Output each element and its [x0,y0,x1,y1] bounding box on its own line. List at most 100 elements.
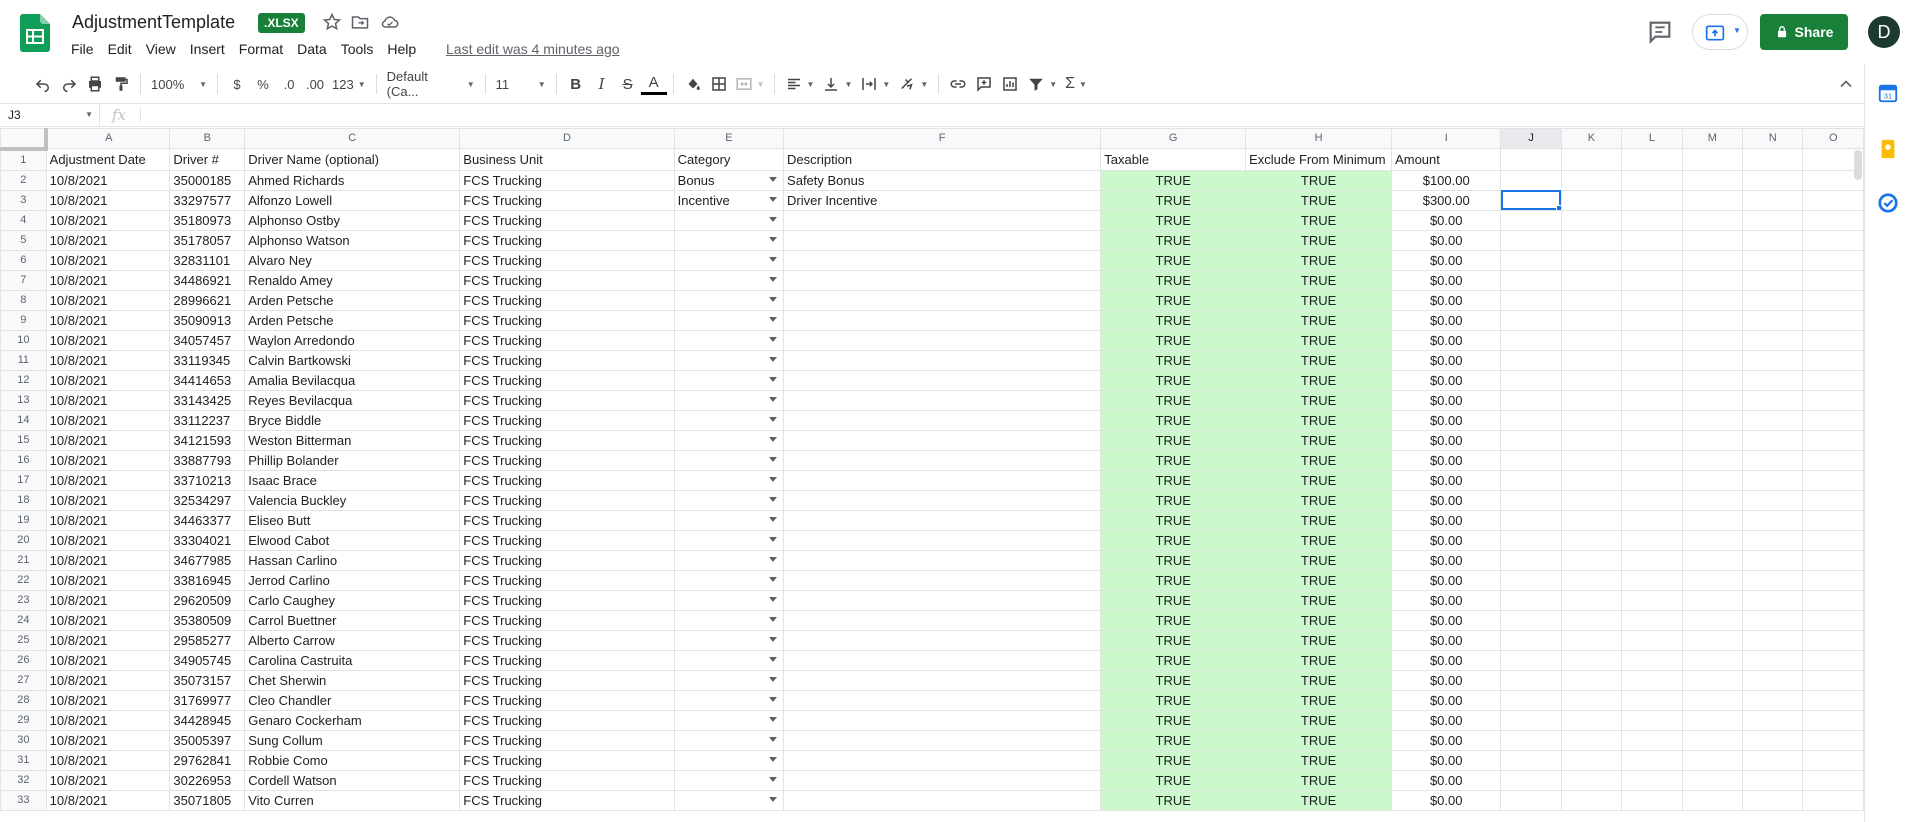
cell-driver[interactable]: 35380509 [169,609,246,631]
cell-date[interactable]: 10/8/2021 [45,169,171,191]
cell-taxable[interactable]: TRUE [1100,329,1247,351]
cell[interactable] [1742,409,1804,431]
cell-exclude[interactable]: TRUE [1245,729,1393,751]
column-header[interactable]: I [1391,128,1502,149]
cell[interactable] [1742,769,1804,791]
cell[interactable] [1681,709,1744,731]
cell-description[interactable] [783,489,1102,511]
cell[interactable] [1621,689,1683,711]
cell-taxable[interactable]: TRUE [1100,349,1247,371]
cell[interactable] [1560,329,1623,351]
cell[interactable] [1621,209,1683,231]
cell-driver[interactable]: 34486921 [169,269,246,291]
strikethrough-button[interactable]: S [615,71,641,97]
cell-name[interactable]: Ahmed Richards [244,169,461,191]
comment-history-icon[interactable] [1646,18,1674,46]
cell-exclude[interactable]: TRUE [1245,669,1393,691]
cell[interactable] [1802,789,1864,811]
cell-taxable[interactable]: TRUE [1100,509,1247,531]
cell[interactable] [1500,569,1562,591]
cell[interactable] [1802,469,1864,491]
cell[interactable] [1500,789,1562,811]
cell-amount[interactable]: $0.00 [1391,369,1502,391]
cell[interactable] [1802,389,1864,411]
cell-description[interactable] [783,249,1102,271]
cell-description[interactable] [783,629,1102,651]
decrease-decimal-button[interactable]: .0 [276,71,302,97]
menu-help[interactable]: Help [380,39,423,59]
cell[interactable] [1560,609,1623,631]
row-header[interactable]: 19 [0,509,47,531]
cell[interactable]: Exclude From Minimum [1245,148,1393,171]
cell-date[interactable]: 10/8/2021 [45,729,171,751]
cell[interactable] [1802,629,1864,651]
row-header[interactable]: 13 [0,389,47,411]
cell-exclude[interactable]: TRUE [1245,709,1393,731]
cell[interactable] [1802,449,1864,471]
cell-description[interactable] [783,709,1102,731]
undo-button[interactable] [30,71,56,97]
cell-taxable[interactable]: TRUE [1100,569,1247,591]
cell[interactable] [1621,269,1683,291]
cell-amount[interactable]: $0.00 [1391,549,1502,571]
cell[interactable] [1621,229,1683,251]
cell-driver[interactable]: 33304021 [169,529,246,551]
cell[interactable] [1560,148,1623,171]
cell-unit[interactable]: FCS Trucking [459,189,675,211]
cell[interactable] [1500,669,1562,691]
cell-amount[interactable]: $300.00 [1391,189,1502,211]
cell-amount[interactable]: $0.00 [1391,769,1502,791]
cell[interactable] [1681,589,1744,611]
increase-decimal-button[interactable]: .00 [302,71,328,97]
cell-exclude[interactable]: TRUE [1245,389,1393,411]
cell-taxable[interactable]: TRUE [1100,749,1247,771]
cell-amount[interactable]: $0.00 [1391,229,1502,251]
cell-name[interactable]: Carrol Buettner [244,609,461,631]
sheets-logo-icon[interactable] [20,14,50,52]
cell[interactable] [1742,669,1804,691]
cell-unit[interactable]: FCS Trucking [459,589,675,611]
cell-category[interactable] [673,469,785,491]
cell-taxable[interactable]: TRUE [1100,249,1247,271]
dropdown-chevron-icon[interactable] [769,576,778,582]
cell-amount[interactable]: $0.00 [1391,609,1502,631]
cell-amount[interactable]: $0.00 [1391,269,1502,291]
cell-exclude[interactable]: TRUE [1245,269,1393,291]
cell[interactable] [1500,209,1562,231]
cell[interactable]: Driver Name (optional) [244,148,461,171]
cell-unit[interactable]: FCS Trucking [459,729,675,751]
cell[interactable] [1802,329,1864,351]
cell[interactable] [1802,529,1864,551]
cloud-saved-icon[interactable] [380,12,400,32]
cell[interactable] [1681,529,1744,551]
cell[interactable] [1742,649,1804,671]
cell-unit[interactable]: FCS Trucking [459,249,675,271]
filter-select[interactable]: ▼ [1023,71,1061,97]
cell-taxable[interactable]: TRUE [1100,169,1247,191]
cell-name[interactable]: Genaro Cockerham [244,709,461,731]
cell[interactable] [1681,189,1744,211]
cell[interactable] [1560,769,1623,791]
cell[interactable] [1500,649,1562,671]
cell[interactable] [1560,789,1623,811]
cell-description[interactable] [783,229,1102,251]
move-folder-icon[interactable] [350,12,370,32]
cell-date[interactable]: 10/8/2021 [45,769,171,791]
cell-taxable[interactable]: TRUE [1100,389,1247,411]
cell[interactable] [1621,148,1683,171]
row-header[interactable]: 4 [0,209,47,231]
cell-driver[interactable]: 33119345 [169,349,246,371]
cell-driver[interactable]: 33112237 [169,409,246,431]
cell[interactable] [1681,729,1744,751]
row-header[interactable]: 32 [0,769,47,791]
row-header[interactable]: 1 [0,148,47,171]
cell[interactable] [1742,148,1804,171]
cell-amount[interactable]: $0.00 [1391,249,1502,271]
cell-category[interactable] [673,629,785,651]
cell[interactable] [1681,469,1744,491]
dropdown-chevron-icon[interactable] [769,376,778,382]
dropdown-chevron-icon[interactable] [769,556,778,562]
column-header[interactable]: C [244,128,461,149]
cell[interactable] [1742,309,1804,331]
cell[interactable]: Amount [1391,148,1502,171]
